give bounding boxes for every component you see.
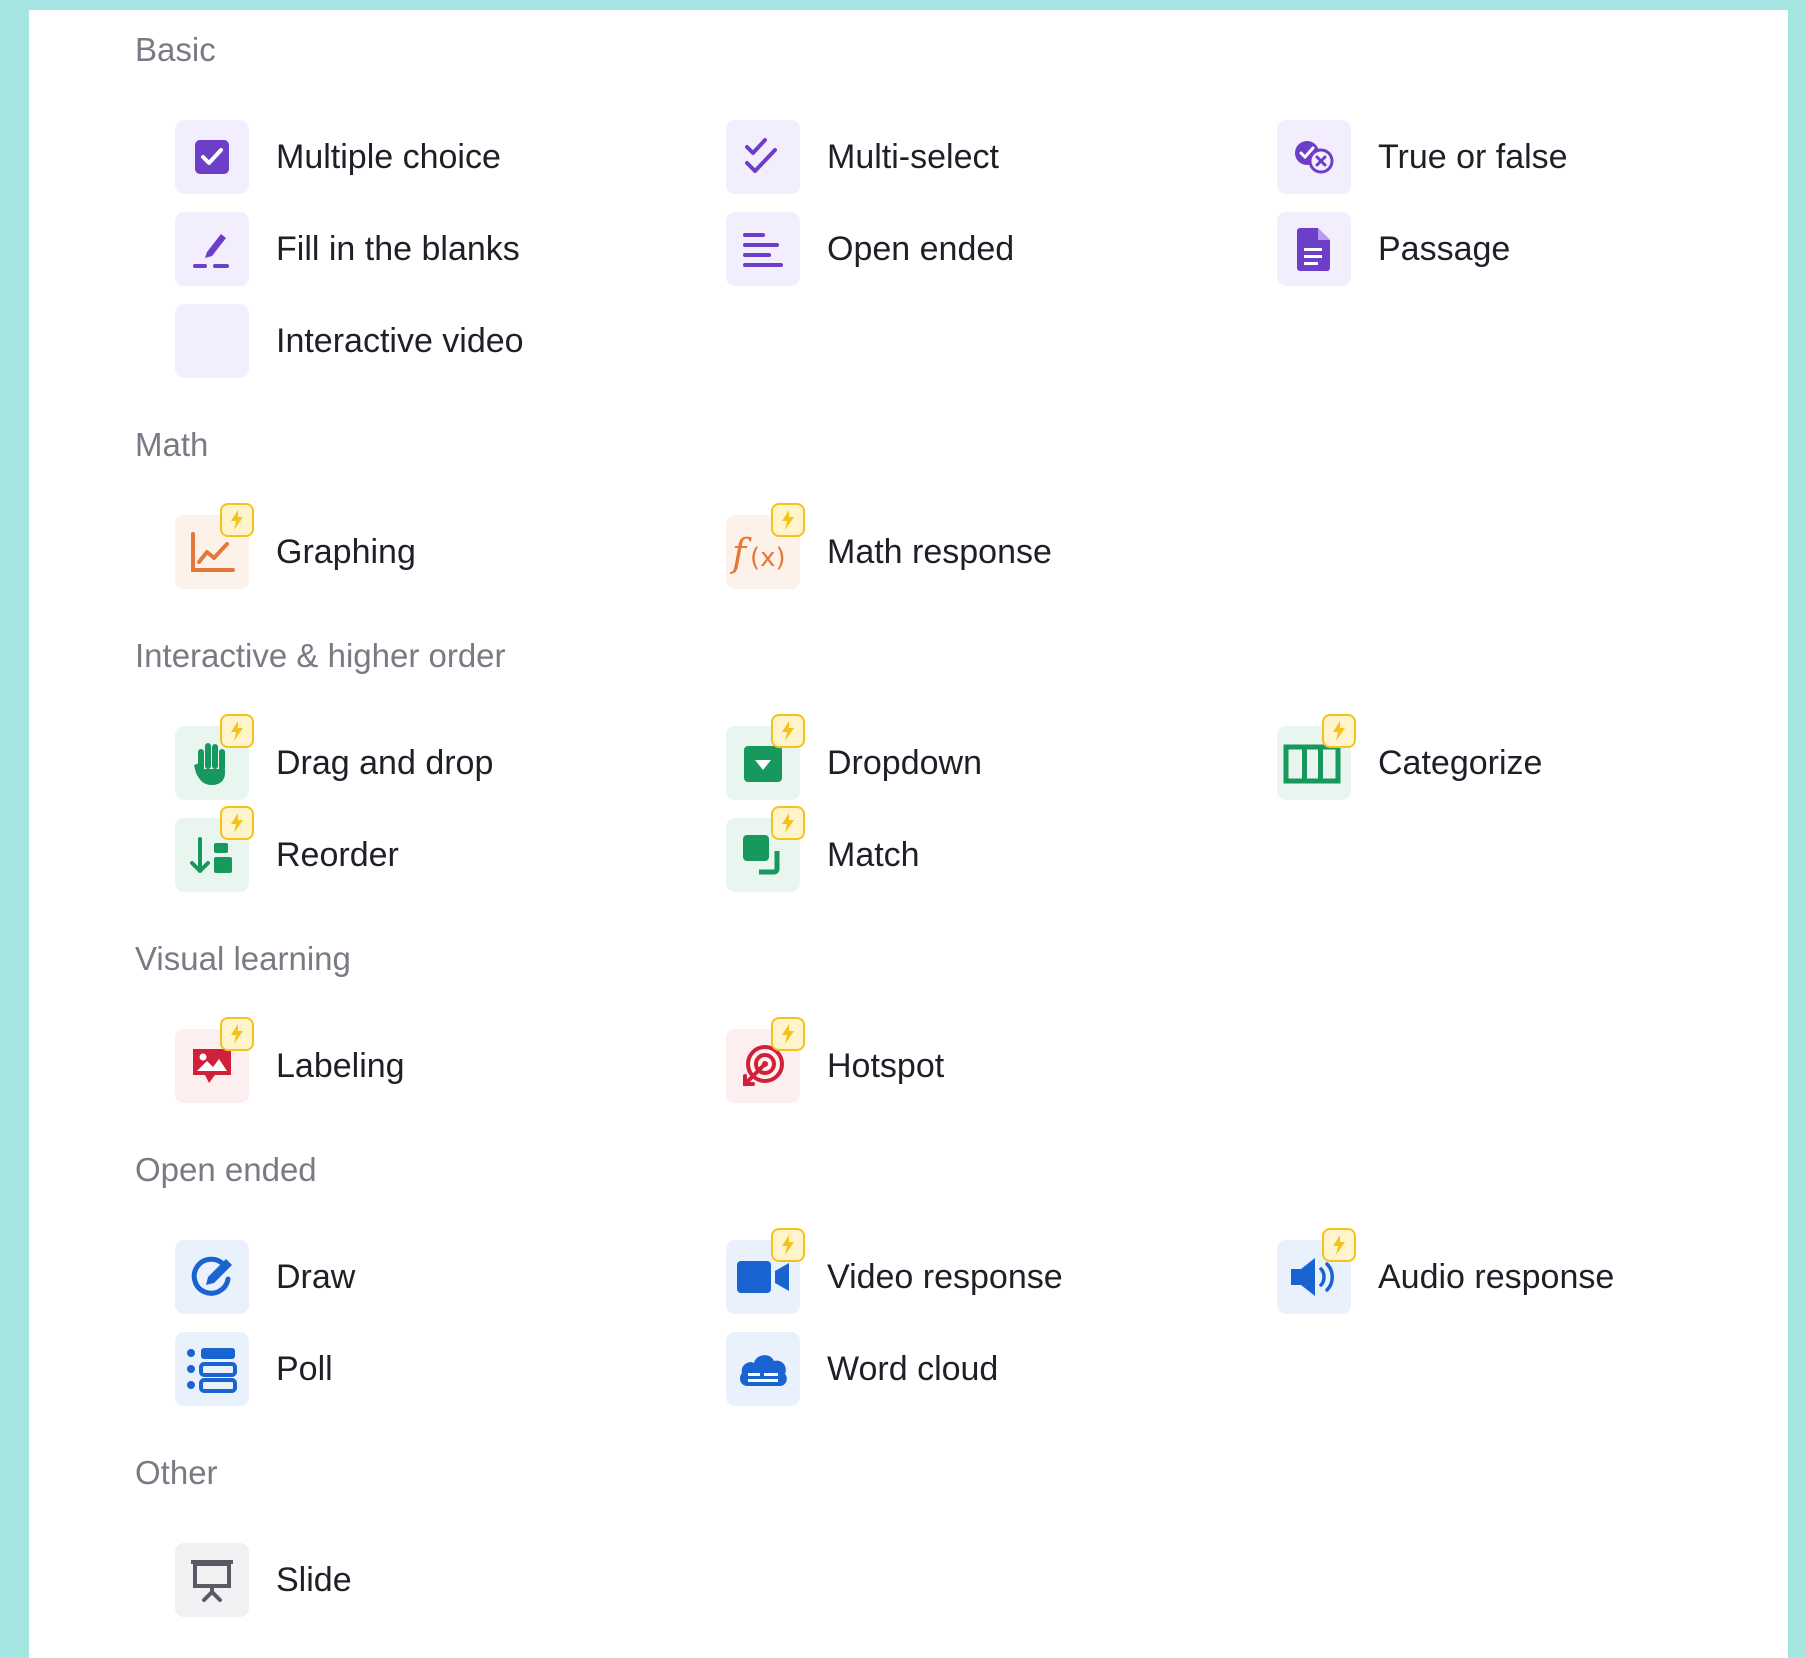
option-label: Multiple choice [276, 138, 501, 176]
section-title-other: Other [135, 1454, 218, 1491]
bolt-badge-icon [771, 1228, 805, 1262]
bolt-badge-icon [771, 806, 805, 840]
option-label: Draw [276, 1258, 356, 1296]
option-label: True or false [1378, 138, 1568, 176]
text-lines-icon [743, 233, 783, 267]
question-type-panel: Basic Multiple choice Multi-select True … [29, 10, 1788, 1658]
svg-text:f: f [730, 531, 752, 575]
section-title-math: Math [135, 426, 209, 463]
bolt-badge-icon [771, 1017, 805, 1051]
section-title-open-ended: Open ended [135, 1151, 317, 1188]
option-label: Hotspot [827, 1047, 945, 1085]
bolt-badge-icon [771, 503, 805, 537]
bolt-badge-icon [1322, 1228, 1356, 1262]
option-label: Match [827, 836, 920, 874]
dropdown-icon [744, 746, 782, 782]
checkbox-icon [195, 140, 229, 174]
option-label: Poll [276, 1350, 333, 1388]
blank-tile-icon [175, 304, 249, 378]
option-label: Word cloud [827, 1350, 999, 1388]
draw-icon [191, 1256, 232, 1296]
option-label: Drag and drop [276, 744, 494, 782]
poll-icon [187, 1348, 237, 1393]
section-title-visual-learning: Visual learning [135, 940, 351, 977]
option-label: Graphing [276, 533, 416, 571]
section-title-basic: Basic [135, 31, 216, 68]
document-icon [1297, 228, 1330, 271]
bolt-badge-icon [220, 503, 254, 537]
bolt-badge-icon [220, 806, 254, 840]
bolt-badge-icon [1322, 714, 1356, 748]
option-label: Fill in the blanks [276, 230, 520, 268]
bolt-badge-icon [220, 714, 254, 748]
option-label: Audio response [1378, 1258, 1615, 1296]
cloud-icon [740, 1355, 787, 1386]
section-title-interactive: Interactive & higher order [135, 637, 506, 674]
svg-text:(x): (x) [750, 543, 786, 573]
double-check-icon [745, 138, 777, 173]
check-x-icon [1295, 141, 1334, 174]
option-label: Dropdown [827, 744, 982, 782]
option-label: Reorder [276, 836, 399, 874]
video-camera-icon [737, 1261, 789, 1293]
option-label: Passage [1378, 230, 1511, 268]
presentation-icon [191, 1560, 233, 1602]
option-label: Slide [276, 1561, 352, 1599]
bolt-badge-icon [220, 1017, 254, 1051]
option-label: Open ended [827, 230, 1015, 268]
option-label: Interactive video [276, 322, 524, 360]
option-label: Video response [827, 1258, 1063, 1296]
option-label: Math response [827, 533, 1052, 571]
bolt-badge-icon [771, 714, 805, 748]
option-label: Multi-select [827, 138, 999, 176]
pen-blank-icon [193, 234, 229, 268]
option-label: Categorize [1378, 744, 1543, 782]
option-label: Labeling [276, 1047, 405, 1085]
